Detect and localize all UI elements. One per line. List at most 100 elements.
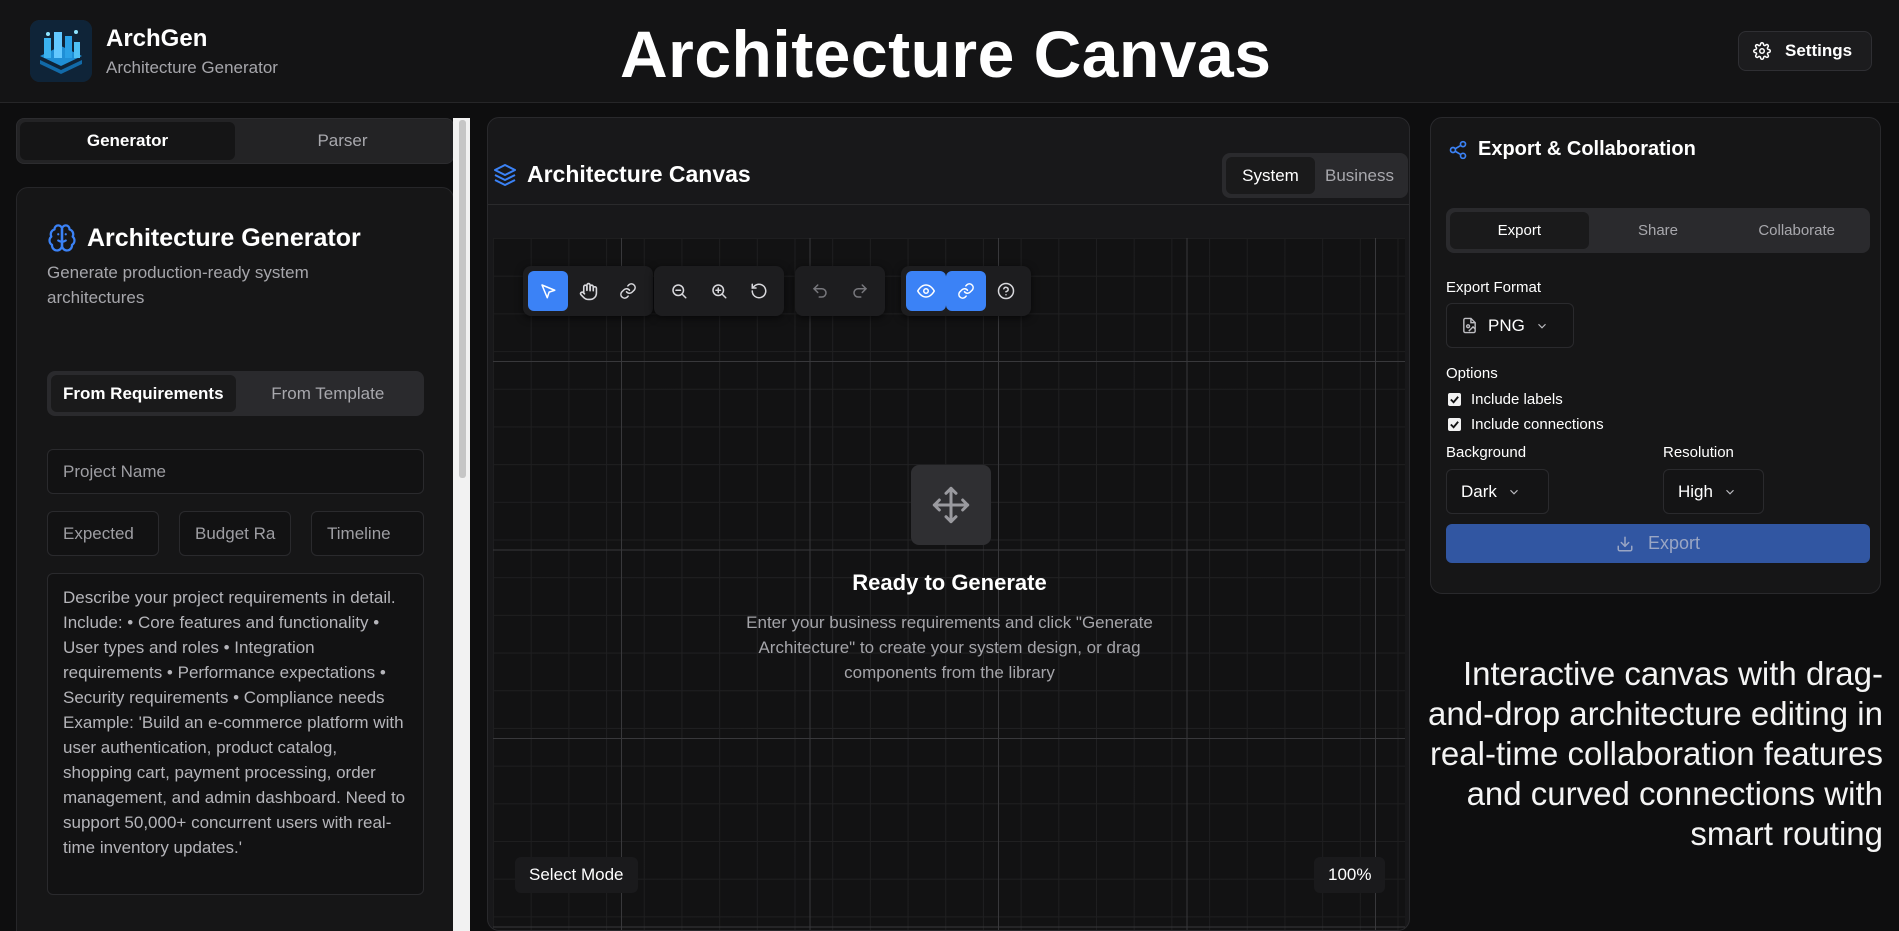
pointer-tool-button[interactable] bbox=[528, 271, 568, 311]
generator-card: Architecture Generator Generate producti… bbox=[16, 187, 454, 931]
canvas-title: Architecture Canvas bbox=[493, 161, 751, 188]
app-header: ArchGen Architecture Generator Architect… bbox=[0, 0, 1899, 103]
brand-name: ArchGen bbox=[106, 25, 208, 52]
help-icon bbox=[997, 282, 1015, 300]
background-value: Dark bbox=[1461, 481, 1497, 501]
left-scrollbar-thumb[interactable] bbox=[459, 120, 466, 478]
settings-button[interactable]: Settings bbox=[1738, 31, 1872, 71]
brand-subtitle: Architecture Generator bbox=[106, 58, 278, 77]
generator-title-text: Architecture Generator bbox=[87, 223, 361, 252]
project-name-input[interactable]: Project Name bbox=[47, 449, 424, 494]
empty-state-description: Enter your business requirements and cli… bbox=[746, 613, 1153, 682]
share-icon bbox=[1448, 140, 1468, 160]
expected-users-input[interactable]: Expected bbox=[47, 511, 159, 556]
tab-generator[interactable]: Generator bbox=[20, 122, 235, 160]
mode-indicator: Select Mode bbox=[515, 857, 638, 893]
include-connections-text: Include connections bbox=[1471, 416, 1604, 433]
toggle-connections-button[interactable] bbox=[946, 271, 986, 311]
export-format-value: PNG bbox=[1488, 315, 1525, 335]
chevron-down-icon bbox=[1537, 323, 1546, 329]
chevron-down-icon bbox=[1509, 489, 1518, 495]
gear-icon bbox=[1753, 42, 1771, 60]
check-icon bbox=[1450, 421, 1459, 429]
zoom-in-button[interactable] bbox=[699, 271, 739, 311]
options-label: Options bbox=[1446, 365, 1498, 382]
chevron-down-icon bbox=[1726, 489, 1734, 495]
export-format-select[interactable]: PNG bbox=[1446, 303, 1574, 348]
generator-title: Architecture Generator bbox=[47, 223, 361, 253]
divider bbox=[488, 204, 1409, 205]
tool-group-select bbox=[523, 266, 653, 316]
requirements-textarea[interactable]: Describe your project requirements in de… bbox=[47, 573, 424, 895]
background-label: Background bbox=[1446, 444, 1527, 461]
app-logo bbox=[30, 20, 92, 82]
undo-button[interactable] bbox=[800, 271, 840, 311]
redo-button[interactable] bbox=[840, 271, 880, 311]
canvas-panel: Architecture Canvas System Business Read… bbox=[487, 117, 1410, 931]
tab-business[interactable]: Business bbox=[1315, 157, 1404, 194]
hand-tool-button[interactable] bbox=[568, 271, 608, 311]
tab-from-requirements[interactable]: From Requirements bbox=[51, 375, 236, 412]
download-icon bbox=[1617, 536, 1633, 551]
export-button[interactable]: Export bbox=[1446, 524, 1870, 563]
feature-caption: Interactive canvas with drag-and-drop ar… bbox=[1428, 655, 1883, 852]
zoom-indicator: 100% bbox=[1314, 857, 1386, 893]
zoom-in-icon bbox=[712, 284, 727, 299]
export-format-label: Export Format bbox=[1446, 279, 1542, 296]
left-scroll-area: Generator Parser Architecture Generator … bbox=[0, 103, 455, 931]
check-icon bbox=[1450, 396, 1459, 404]
resolution-value: High bbox=[1678, 481, 1713, 501]
redo-icon bbox=[853, 284, 868, 298]
include-labels-text: Include labels bbox=[1471, 391, 1563, 408]
undo-icon bbox=[812, 284, 827, 298]
export-panel: Export & Collaboration Export Share Coll… bbox=[1430, 117, 1881, 594]
export-button-label: Export bbox=[1647, 533, 1701, 553]
tab-collaborate[interactable]: Collaborate bbox=[1727, 212, 1866, 249]
tool-group-zoom bbox=[654, 266, 784, 316]
include-connections-checkbox[interactable] bbox=[1448, 418, 1461, 431]
include-labels-checkbox[interactable] bbox=[1448, 393, 1461, 406]
export-title-text: Export & Collaboration bbox=[1478, 138, 1696, 160]
tab-from-template[interactable]: From Template bbox=[236, 375, 421, 412]
resolution-label: Resolution bbox=[1663, 444, 1734, 461]
empty-state-title: Ready to Generate bbox=[852, 570, 1047, 595]
tool-group-history bbox=[795, 266, 885, 316]
tool-group-view bbox=[901, 266, 1031, 316]
move-icon bbox=[932, 486, 970, 524]
connect-tool-button[interactable] bbox=[608, 271, 648, 311]
generator-mode-tabs: From Requirements From Template bbox=[47, 371, 424, 416]
hero-title: Architecture Canvas bbox=[620, 17, 1272, 91]
include-labels-option[interactable]: Include labels bbox=[1448, 391, 1563, 408]
view-toggle: System Business bbox=[1222, 153, 1408, 198]
link-icon bbox=[620, 283, 636, 299]
tab-export[interactable]: Export bbox=[1450, 212, 1589, 249]
file-image-icon bbox=[1463, 317, 1476, 334]
left-panel: Generator Parser Architecture Generator … bbox=[0, 103, 470, 931]
layers-icon bbox=[493, 163, 517, 187]
background-select[interactable]: Dark bbox=[1446, 469, 1549, 514]
generator-subtitle: Generate production-ready system archite… bbox=[47, 263, 309, 307]
tab-share[interactable]: Share bbox=[1589, 212, 1728, 249]
hand-icon bbox=[579, 282, 597, 300]
eye-icon bbox=[917, 284, 935, 298]
tab-system[interactable]: System bbox=[1226, 157, 1315, 194]
zoom-out-button[interactable] bbox=[659, 271, 699, 311]
reset-icon bbox=[751, 283, 767, 299]
empty-state-icon-box bbox=[911, 465, 991, 545]
toggle-preview-button[interactable] bbox=[906, 271, 946, 311]
timeline-input[interactable]: Timeline bbox=[311, 511, 424, 556]
resolution-select[interactable]: High bbox=[1663, 469, 1764, 514]
canvas-title-text: Architecture Canvas bbox=[527, 161, 751, 187]
export-title: Export & Collaboration bbox=[1448, 138, 1696, 161]
reset-view-button[interactable] bbox=[739, 271, 779, 311]
help-button[interactable] bbox=[986, 271, 1026, 311]
budget-range-input[interactable]: Budget Ra bbox=[179, 511, 291, 556]
export-tabs: Export Share Collaborate bbox=[1446, 208, 1870, 253]
settings-label: Settings bbox=[1785, 41, 1853, 60]
include-connections-option[interactable]: Include connections bbox=[1448, 416, 1604, 433]
panel-tabs: Generator Parser bbox=[16, 118, 454, 164]
tab-parser[interactable]: Parser bbox=[235, 122, 450, 160]
link-icon bbox=[958, 283, 974, 299]
pointer-icon bbox=[541, 284, 556, 299]
brain-icon bbox=[47, 223, 77, 253]
